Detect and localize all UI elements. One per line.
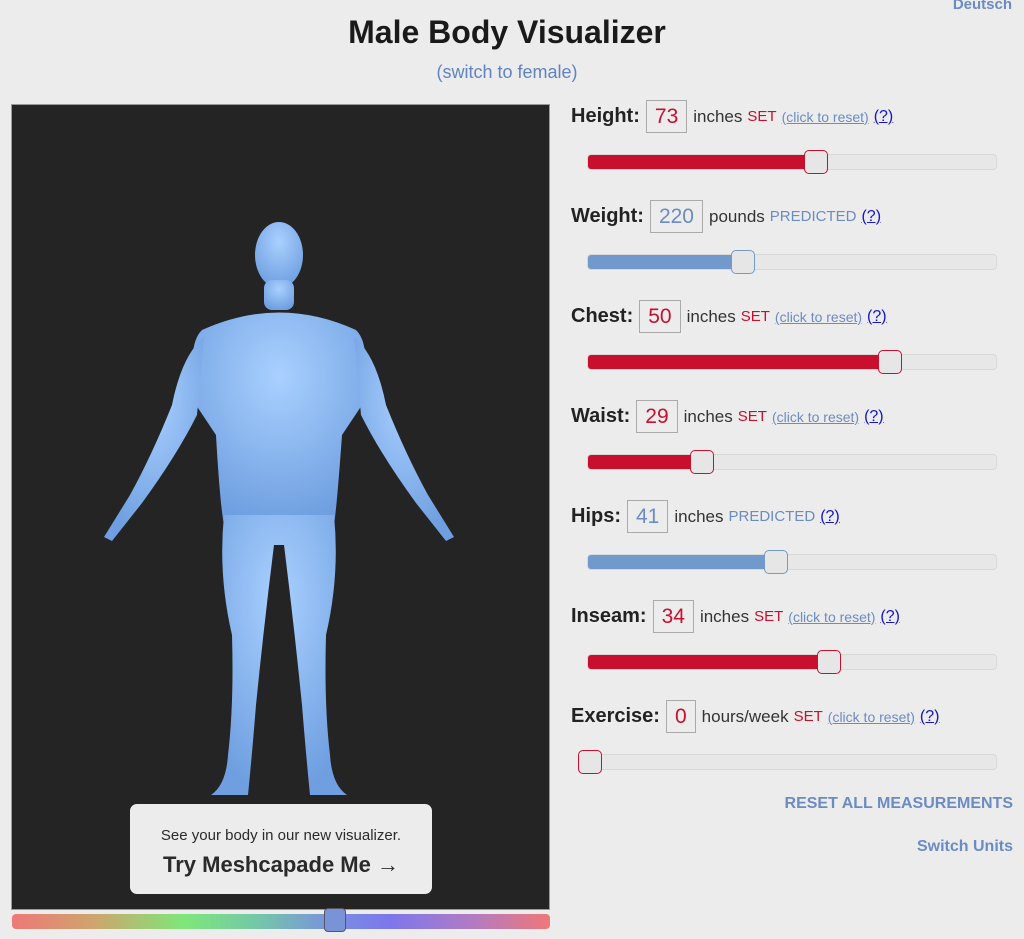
- weight-slider[interactable]: [587, 250, 997, 274]
- chest-header: Chest: 50 inches SET (click to reset) (?): [571, 300, 887, 333]
- height-slider-fill: [588, 155, 817, 169]
- hips-status: PREDICTED: [728, 508, 816, 525]
- hips-help-link[interactable]: (?): [820, 508, 840, 526]
- weight-unit: pounds: [709, 206, 765, 226]
- weight-status: PREDICTED: [769, 208, 857, 225]
- inseam-slider-fill: [588, 655, 829, 669]
- height-reset-link[interactable]: (click to reset): [782, 109, 869, 125]
- chest-slider-fill: [588, 355, 890, 369]
- page-title: Male Body Visualizer: [348, 14, 666, 50]
- promo-subtitle: See your body in our new visualizer.: [160, 827, 402, 844]
- height-unit: inches: [693, 106, 743, 126]
- inseam-help-link[interactable]: (?): [880, 608, 900, 626]
- hips-label: Hips:: [571, 505, 621, 527]
- weight-label: Weight:: [571, 205, 644, 227]
- inseam-label: Inseam:: [571, 605, 647, 627]
- measurement-row-weight: Weight: 220 pounds PREDICTED (?): [570, 196, 1014, 296]
- weight-slider-thumb[interactable]: [731, 250, 756, 274]
- inseam-input[interactable]: 34: [652, 600, 694, 633]
- chest-slider-thumb[interactable]: [877, 350, 902, 374]
- measurement-controls: Height: 73 inches SET (click to reset) (?) Wei…: [570, 96, 1014, 796]
- exercise-slider-thumb[interactable]: [578, 750, 602, 774]
- waist-help-link[interactable]: (?): [864, 408, 884, 426]
- weight-help-link[interactable]: (?): [861, 208, 881, 226]
- language-link-deutsch[interactable]: Deutsch: [953, 0, 1012, 13]
- weight-input[interactable]: 220: [649, 200, 703, 233]
- chest-slider[interactable]: [587, 350, 997, 374]
- body-model: [104, 222, 454, 795]
- promo-title: Try Meshcapade Me →: [130, 852, 432, 878]
- chest-input[interactable]: 50: [639, 300, 681, 333]
- height-status: SET: [747, 108, 777, 125]
- measurement-row-hips: Hips: 41 inches PREDICTED (?): [570, 496, 1014, 596]
- waist-input[interactable]: 29: [636, 400, 678, 433]
- measurement-row-exercise: Exercise: 0 hours/week SET (click to reset) (…: [570, 696, 1014, 796]
- height-slider[interactable]: [587, 150, 997, 174]
- hips-unit: inches: [674, 506, 724, 526]
- waist-label: Waist:: [571, 405, 631, 427]
- hips-input[interactable]: 41: [627, 500, 669, 533]
- reset-all-button[interactable]: RESET ALL MEASUREMENTS: [785, 795, 1013, 813]
- height-header: Height: 73 inches SET (click to reset) (?): [571, 100, 893, 133]
- height-help-link[interactable]: (?): [874, 108, 894, 126]
- chest-reset-link[interactable]: (click to reset): [775, 309, 862, 325]
- inseam-header: Inseam: 34 inches SET (click to reset) (?): [571, 600, 900, 633]
- chest-help-link[interactable]: (?): [867, 308, 887, 326]
- 3d-body-viewer[interactable]: See your body in our new visualizer. Try…: [11, 104, 550, 910]
- chest-status: SET: [740, 308, 770, 325]
- body-color-slider-thumb[interactable]: [323, 908, 346, 932]
- arrow-right-icon: →: [377, 852, 399, 877]
- weight-slider-fill: [588, 255, 744, 269]
- inseam-unit: inches: [699, 606, 750, 626]
- body-color-slider[interactable]: [12, 908, 550, 932]
- exercise-reset-link[interactable]: (click to reset): [828, 709, 915, 725]
- chest-label: Chest:: [571, 305, 634, 327]
- inseam-reset-link[interactable]: (click to reset): [788, 609, 875, 625]
- exercise-label: Exercise:: [571, 705, 660, 727]
- hips-slider[interactable]: [587, 550, 997, 574]
- chest-unit: inches: [686, 306, 736, 326]
- waist-slider-thumb[interactable]: [690, 450, 715, 474]
- height-input[interactable]: 73: [645, 100, 688, 133]
- waist-header: Waist: 29 inches SET (click to reset) (?): [571, 400, 884, 433]
- height-label: Height:: [571, 105, 640, 127]
- switch-units-button[interactable]: Switch Units: [917, 838, 1013, 856]
- exercise-status: SET: [793, 708, 823, 725]
- waist-status: SET: [737, 408, 767, 425]
- exercise-help-link[interactable]: (?): [920, 708, 940, 726]
- switch-to-female-link[interactable]: (switch to female): [0, 62, 1014, 83]
- height-slider-thumb[interactable]: [804, 150, 829, 174]
- waist-slider[interactable]: [587, 450, 997, 474]
- weight-header: Weight: 220 pounds PREDICTED (?): [571, 200, 881, 233]
- waist-unit: inches: [683, 406, 733, 426]
- measurement-row-height: Height: 73 inches SET (click to reset) (?): [570, 96, 1014, 196]
- hips-slider-fill: [588, 555, 776, 569]
- waist-reset-link[interactable]: (click to reset): [772, 409, 859, 425]
- exercise-slider[interactable]: [578, 750, 997, 774]
- waist-slider-fill: [588, 455, 703, 469]
- hips-slider-thumb[interactable]: [763, 550, 788, 574]
- exercise-unit: hours/week: [701, 706, 789, 726]
- inseam-slider-thumb[interactable]: [816, 650, 841, 674]
- promo-title-text: Try Meshcapade Me: [163, 852, 371, 877]
- hips-header: Hips: 41 inches PREDICTED (?): [571, 500, 840, 533]
- measurement-row-waist: Waist: 29 inches SET (click to reset) (?): [570, 396, 1014, 496]
- inseam-slider[interactable]: [587, 650, 997, 674]
- measurement-row-chest: Chest: 50 inches SET (click to reset) (?): [570, 296, 1014, 396]
- inseam-status: SET: [754, 608, 784, 625]
- meshcapade-promo-button[interactable]: See your body in our new visualizer. Try…: [130, 804, 432, 894]
- exercise-input[interactable]: 0: [665, 700, 696, 733]
- measurement-row-inseam: Inseam: 34 inches SET (click to reset) (?): [570, 596, 1014, 696]
- exercise-header: Exercise: 0 hours/week SET (click to reset) (…: [571, 700, 939, 733]
